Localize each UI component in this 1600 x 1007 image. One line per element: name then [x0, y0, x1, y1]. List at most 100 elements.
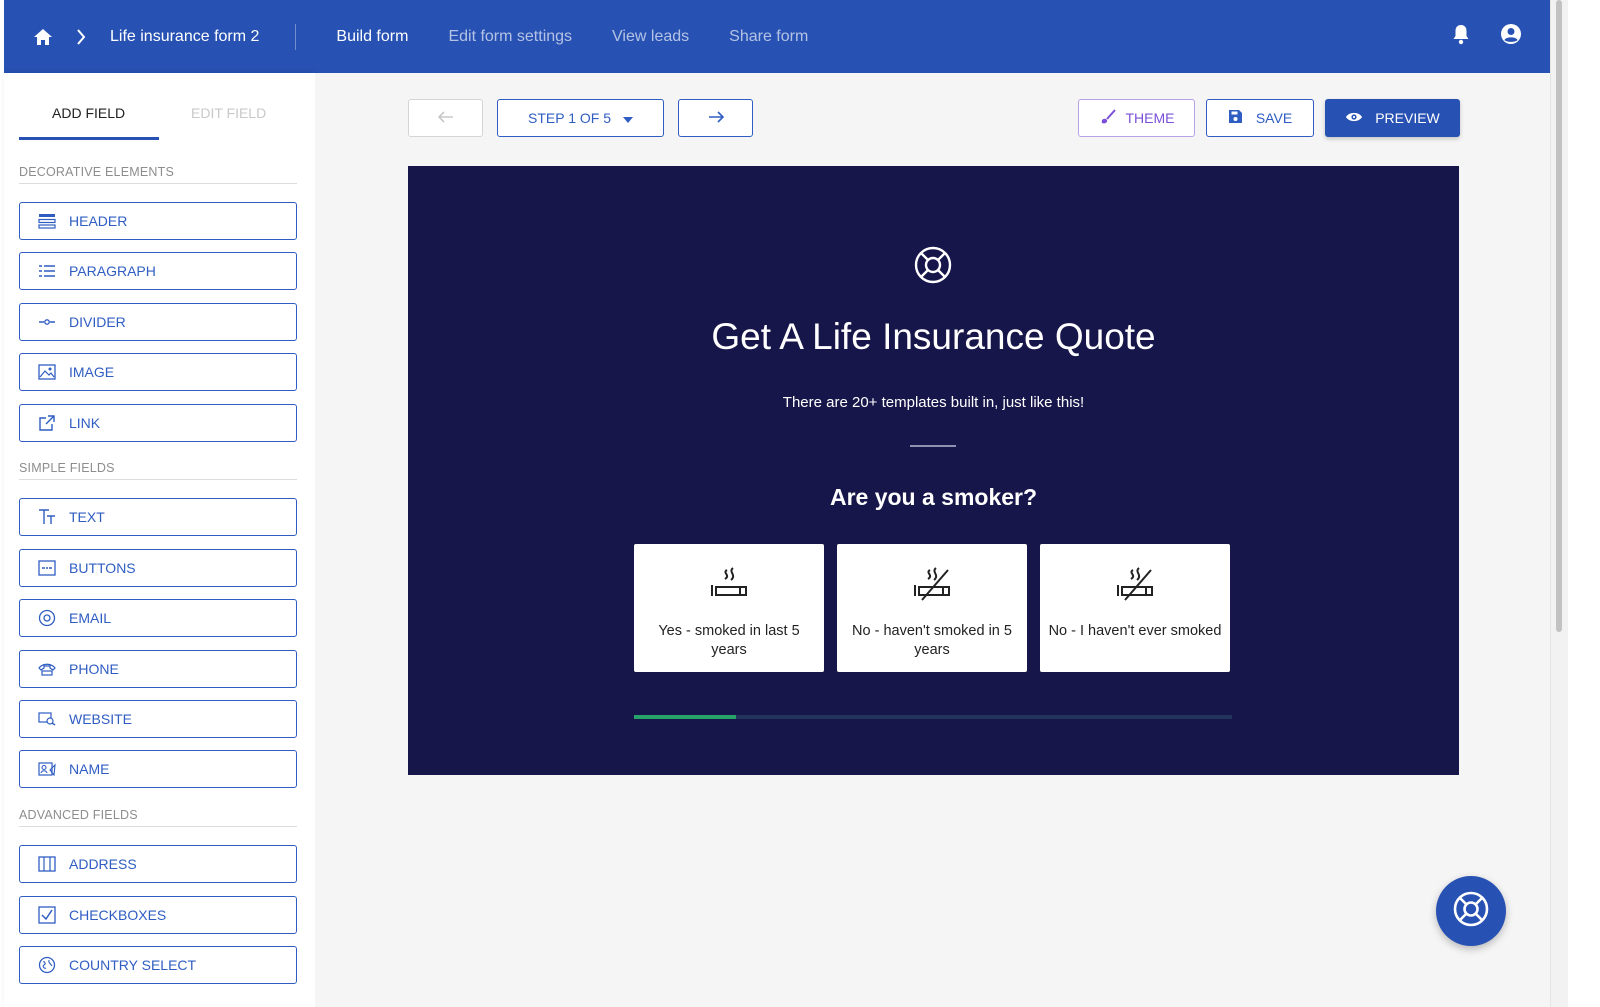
name-icon [37, 759, 57, 779]
field-label: ADDRESS [69, 856, 137, 872]
field-label: HEADER [69, 213, 128, 229]
smoking-icon [709, 566, 749, 602]
theme-label: THEME [1125, 110, 1175, 126]
question-heading: Are you a smoker? [829, 484, 1038, 510]
form-divider [910, 445, 956, 447]
field-label: WEBSITE [69, 711, 133, 727]
field-label: LINK [69, 415, 101, 431]
scrollbar-thumb[interactable] [1556, 0, 1562, 632]
field-label: CHECKBOXES [69, 907, 167, 923]
main-nav: Build form Edit form settings View leads… [336, 28, 808, 46]
eye-icon [1345, 110, 1363, 126]
add-address-button[interactable]: ADDRESS [19, 845, 297, 883]
section-label-decorative: DECORATIVE ELEMENTS [19, 165, 174, 179]
field-label: NAME [69, 761, 110, 777]
paragraph-icon [37, 261, 57, 281]
add-name-button[interactable]: NAME [19, 750, 297, 788]
nav-build-form[interactable]: Build form [336, 28, 408, 46]
buttons-icon [37, 558, 57, 578]
field-label: BUTTONS [69, 560, 136, 576]
nav-view-leads[interactable]: View leads [612, 28, 689, 46]
nav-edit-form-settings[interactable]: Edit form settings [448, 28, 572, 46]
account-icon[interactable] [1500, 23, 1522, 50]
email-icon [37, 608, 57, 628]
add-buttons-button[interactable]: BUTTONS [19, 549, 297, 587]
answer-option[interactable]: No - haven't smoked in 5 years [837, 544, 1027, 672]
floppy-disk-icon [1228, 109, 1243, 127]
add-image-button[interactable]: IMAGE [19, 353, 297, 391]
no-smoking-icon [1115, 566, 1155, 602]
add-checkboxes-button[interactable]: CHECKBOXES [19, 896, 297, 934]
arrow-right-icon [708, 110, 724, 126]
home-icon[interactable] [32, 26, 54, 48]
add-paragraph-button[interactable]: PARAGRAPH [19, 252, 297, 290]
help-button[interactable] [1436, 876, 1506, 946]
theme-button[interactable]: THEME [1078, 99, 1195, 137]
chevron-right-icon [76, 27, 90, 47]
link-icon [37, 413, 57, 433]
field-label: EMAIL [69, 610, 112, 626]
add-field-sidebar: ADD FIELD EDIT FIELD DECORATIVE ELEMENTS… [4, 73, 315, 1007]
add-text-button[interactable]: TEXT [19, 498, 297, 536]
caret-down-icon [623, 110, 633, 126]
form-builder-canvas: STEP 1 OF 5 THEME SAVE PREVIEW Get A Lif… [315, 73, 1550, 1007]
breadcrumb-form-name[interactable]: Life insurance form 2 [110, 28, 259, 46]
section-label-simple: SIMPLE FIELDS [19, 461, 115, 475]
globe-icon [37, 955, 57, 975]
preview-label: PREVIEW [1375, 110, 1440, 126]
option-label: No - haven't smoked in 5 years [852, 623, 1012, 658]
add-link-button[interactable]: LINK [19, 404, 297, 442]
save-button[interactable]: SAVE [1206, 99, 1314, 137]
field-label: COUNTRY SELECT [69, 957, 197, 973]
section-divider [19, 826, 297, 827]
answer-option[interactable]: No - I haven't ever smoked [1040, 544, 1230, 672]
no-smoking-icon [912, 566, 952, 602]
add-divider-button[interactable]: DIVIDER [19, 303, 297, 341]
section-divider [19, 183, 297, 184]
nav-separator [295, 23, 297, 50]
checkbox-icon [37, 905, 57, 925]
add-header-button[interactable]: HEADER [19, 202, 297, 240]
answer-option[interactable]: Yes - smoked in last 5 years [634, 544, 824, 672]
form-preview: Get A Life Insurance Quote There are 20+… [408, 166, 1459, 775]
phone-icon [37, 659, 57, 679]
address-icon [37, 854, 57, 874]
tab-add-field[interactable]: ADD FIELD [52, 105, 125, 121]
field-label: DIVIDER [69, 314, 126, 330]
next-step-button[interactable] [678, 99, 753, 137]
add-country-select-button[interactable]: COUNTRY SELECT [19, 946, 297, 984]
active-tab-indicator [19, 137, 159, 140]
website-icon [37, 709, 57, 729]
nav-share-form[interactable]: Share form [729, 28, 808, 46]
arrow-left-icon [437, 110, 454, 126]
preview-button[interactable]: PREVIEW [1325, 99, 1460, 137]
field-label: TEXT [69, 509, 105, 525]
image-icon [37, 362, 57, 382]
progress-bar [634, 715, 1232, 719]
progress-bar-fill [634, 715, 736, 719]
tab-edit-field[interactable]: EDIT FIELD [191, 105, 266, 121]
divider-icon [37, 312, 57, 332]
previous-step-button[interactable] [408, 99, 483, 137]
step-selector-dropdown[interactable]: STEP 1 OF 5 [497, 99, 664, 137]
header-icon [37, 211, 57, 231]
option-label: Yes - smoked in last 5 years [658, 623, 800, 658]
step-label: STEP 1 OF 5 [528, 110, 611, 126]
text-icon [37, 507, 57, 527]
bell-icon[interactable] [1452, 23, 1470, 50]
brush-icon [1099, 108, 1117, 128]
section-divider [19, 479, 297, 480]
add-website-button[interactable]: WEBSITE [19, 700, 297, 738]
save-label: SAVE [1255, 110, 1293, 126]
form-subtitle: There are 20+ templates built in, just l… [782, 394, 1085, 411]
sidebar-tabs: ADD FIELD EDIT FIELD [4, 73, 315, 141]
top-navigation-bar: Life insurance form 2 Build form Edit fo… [4, 0, 1550, 73]
field-label: PARAGRAPH [69, 263, 156, 279]
option-label: No - I haven't ever smoked [1048, 623, 1222, 639]
field-label: PHONE [69, 661, 119, 677]
add-phone-button[interactable]: PHONE [19, 650, 297, 688]
section-label-advanced: ADVANCED FIELDS [19, 808, 138, 822]
field-label: IMAGE [69, 364, 115, 380]
add-email-button[interactable]: EMAIL [19, 599, 297, 637]
form-title: Get A Life Insurance Quote [711, 316, 1156, 357]
